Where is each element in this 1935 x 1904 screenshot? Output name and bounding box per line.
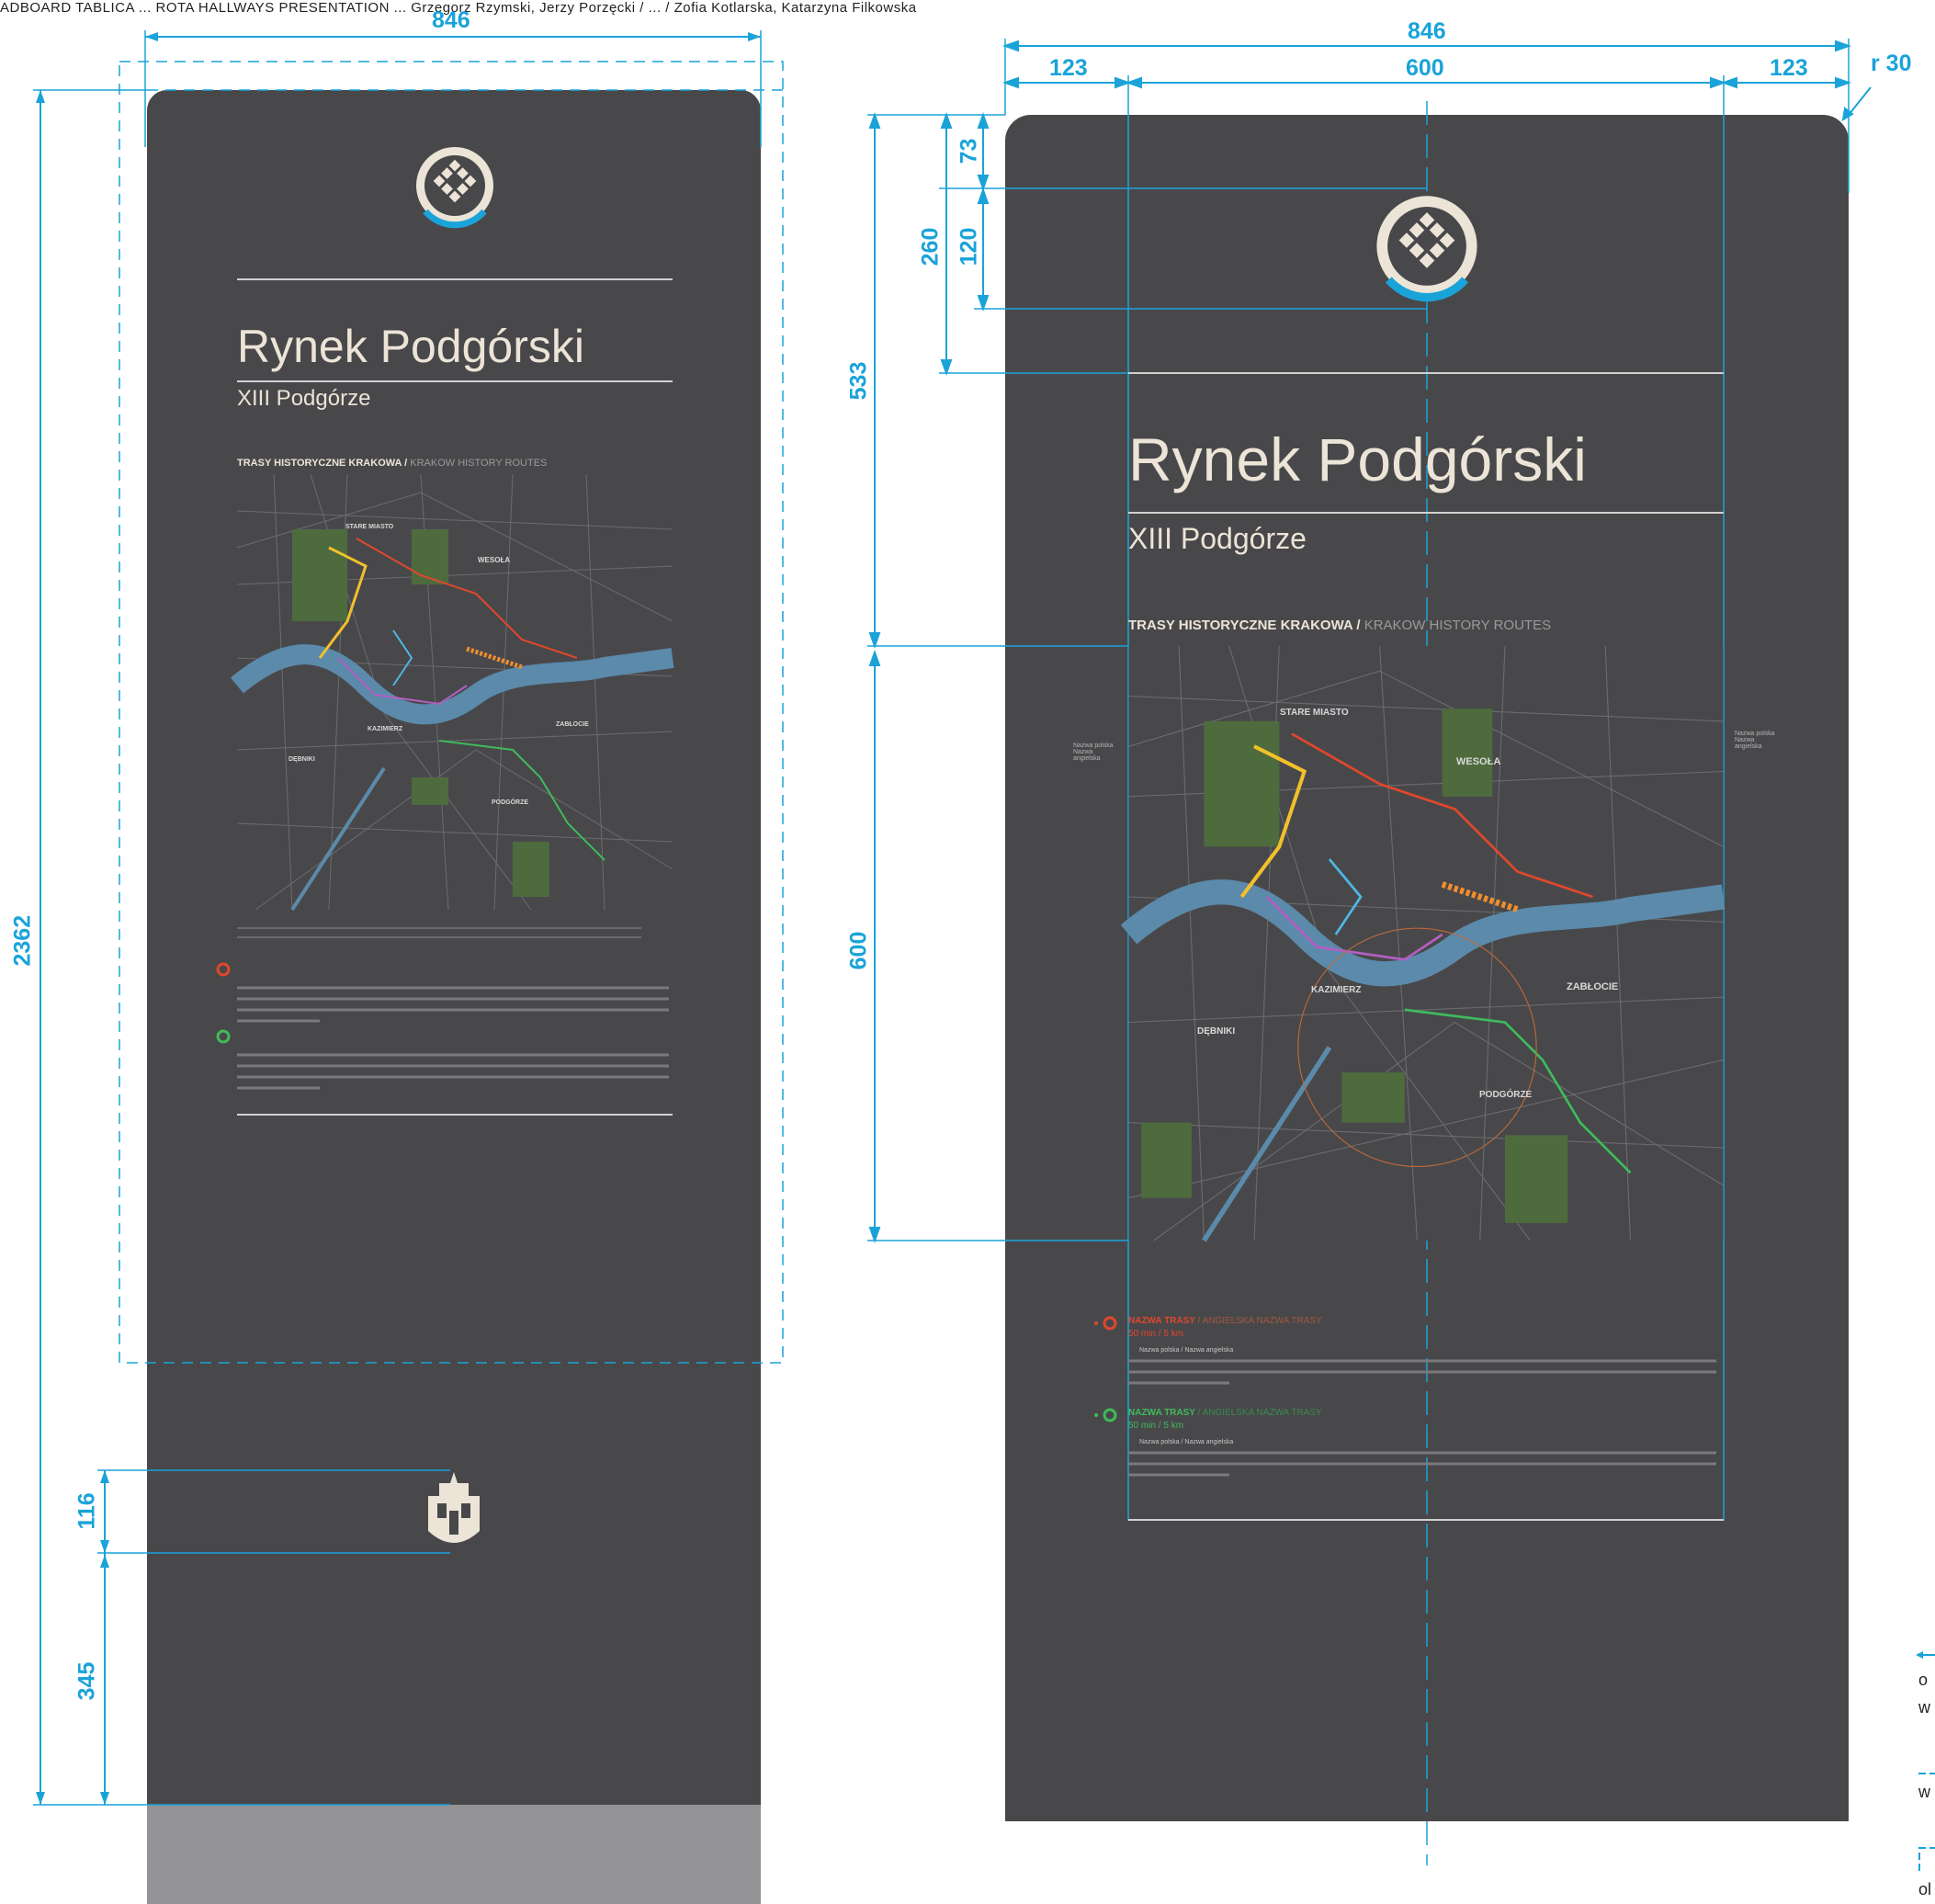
right-width-label: 846 <box>1408 18 1446 44</box>
right-side-caption-right: Nazwa polska Nazwa angielska <box>1735 731 1775 750</box>
right-map-label-zablocie: ZABŁOCIE <box>1567 981 1619 992</box>
right-route1-time: 50 min / 5 km <box>1128 1329 1184 1339</box>
right-route2-icon <box>1094 1408 1117 1422</box>
right-subtitle: XIII Podgórze <box>1128 522 1307 555</box>
legend-arrow-icon <box>1916 1651 1935 1659</box>
header-block-label: 260 <box>917 227 944 266</box>
legend-dashed-box <box>1918 1847 1935 1871</box>
right-route1-stops: Nazwa polska / Nazwa angielska <box>1139 1347 1234 1354</box>
right-top-rule <box>1128 372 1724 374</box>
right-route1-name-en: / ANGIELSKA NAZWA TRASY <box>1197 1316 1322 1326</box>
legend-fragment-2: w <box>1918 1698 1930 1717</box>
legend-fragment-3: w <box>1918 1783 1930 1801</box>
right-route2-title: NAZWA TRASY / ANGIELSKA NAZWA TRASY <box>1128 1408 1322 1418</box>
title-block-label: 533 <box>845 361 872 401</box>
right-side-caption-left: Nazwa polska Nazwa angielska <box>1073 742 1114 762</box>
right-map-label-debniki: DĘBNIKI <box>1197 1026 1236 1037</box>
right-content-width-label: 600 <box>1406 55 1444 81</box>
right-route2-name: NAZWA TRASY <box>1128 1408 1195 1418</box>
right-routes-header-pl: TRASY HISTORYCZNE KRAKOWA / <box>1128 618 1361 633</box>
right-map <box>1120 645 1726 1242</box>
right-title-rule <box>1128 512 1724 514</box>
logo-height-label: 120 <box>956 227 982 266</box>
right-route1-list-lines <box>1128 1359 1716 1385</box>
right-margin-left-label: 123 <box>1049 55 1088 81</box>
legend-fragment-1: o <box>1918 1671 1929 1689</box>
right-route2-list-lines <box>1128 1451 1716 1477</box>
map-height-label: 600 <box>845 931 872 970</box>
legend-fragment-4: ol <box>1918 1880 1932 1898</box>
right-title: Rynek Podgórski <box>1128 425 1587 493</box>
logo-top-label: 73 <box>956 138 982 164</box>
legend-dashed-line <box>1918 1773 1935 1774</box>
right-map-label-podgorze: PODGÓRZE <box>1479 1090 1533 1100</box>
right-margin-right-label: 123 <box>1770 55 1808 81</box>
right-bottom-rule <box>1128 1519 1724 1521</box>
right-route1-name: NAZWA TRASY <box>1128 1316 1195 1326</box>
right-route1-title: NAZWA TRASY / ANGIELSKA NAZWA TRASY <box>1128 1316 1322 1326</box>
right-routes-header: TRASY HISTORYCZNE KRAKOWA / KRAKOW HISTO… <box>1128 618 1551 633</box>
right-map-label-stare-miasto: STARE MIASTO <box>1280 708 1349 718</box>
right-route2-name-en: / ANGIELSKA NAZWA TRASY <box>1197 1408 1322 1418</box>
corner-radius-label: r 30 <box>1871 51 1912 76</box>
right-logo-icon <box>1376 196 1477 302</box>
right-routes-header-en: KRAKOW HISTORY ROUTES <box>1364 618 1552 633</box>
right-route1-icon <box>1094 1316 1117 1331</box>
right-route2-stops: Nazwa polska / Nazwa angielska <box>1139 1439 1234 1445</box>
right-map-label-kazimierz: KAZIMIERZ <box>1311 985 1362 995</box>
right-route2-time: 50 min / 5 km <box>1128 1421 1184 1431</box>
right-map-label-wesola: WESOŁA <box>1456 756 1501 767</box>
